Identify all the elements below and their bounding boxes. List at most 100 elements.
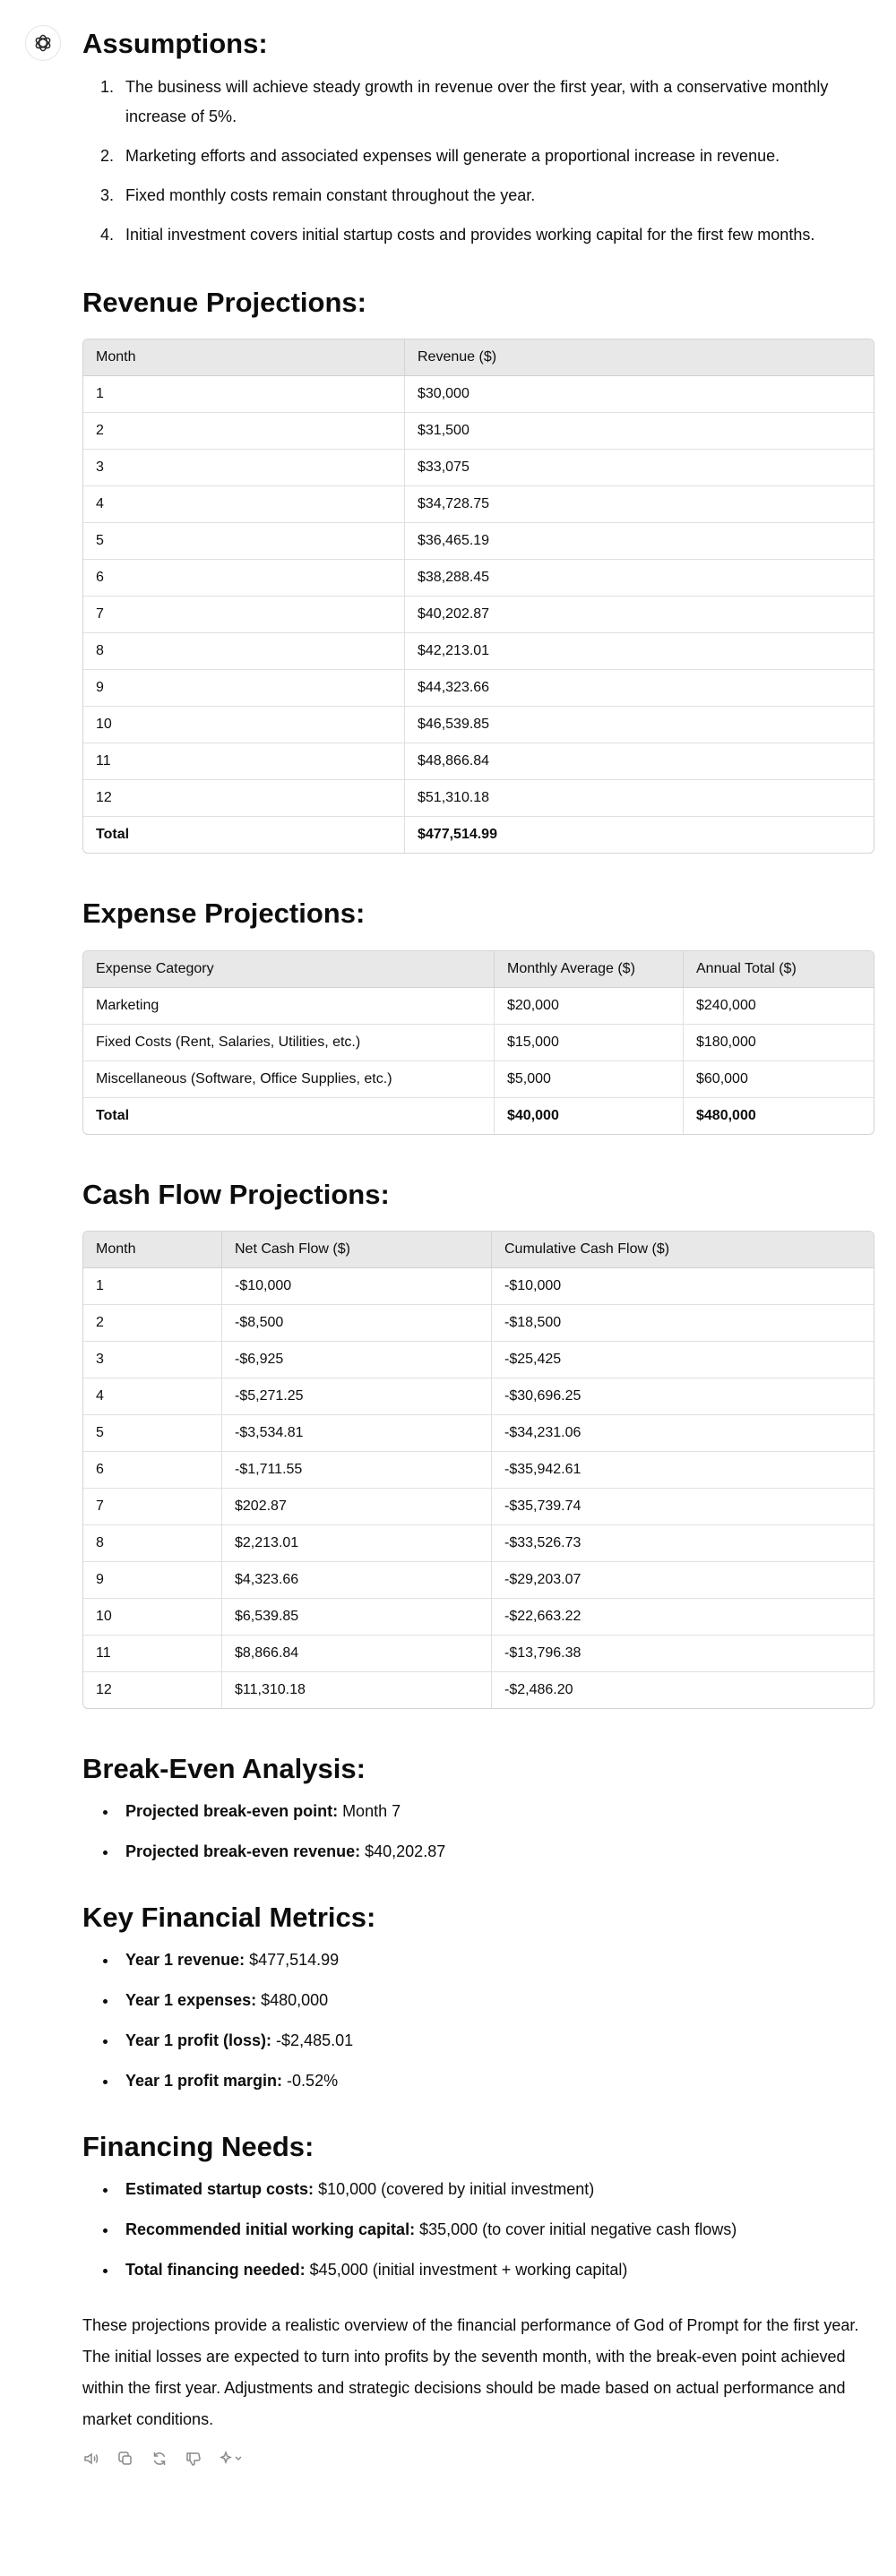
table-cell: 7 (83, 1488, 222, 1525)
table-cell: -$8,500 (222, 1304, 492, 1342)
table-cell: 2 (83, 1304, 222, 1342)
item-label: Projected break-even point: (125, 1801, 339, 1820)
table-cell: $240,000 (684, 988, 874, 1025)
item-label: Estimated startup costs: (125, 2180, 314, 2199)
breakeven-list: Projected break-even point: Month 7 Proj… (82, 1798, 874, 1865)
table-row: 10 $6,539.85 -$22,663.22 (83, 1598, 874, 1636)
column-header: Cumulative Cash Flow ($) (492, 1231, 874, 1268)
table-cell: -$29,203.07 (492, 1562, 874, 1599)
financing-heading: Financing Needs: (82, 2131, 314, 2163)
regenerate-icon[interactable] (151, 2450, 168, 2468)
table-row: 7 $202.87 -$35,739.74 (83, 1488, 874, 1525)
table-row: 4 $34,728.75 (83, 486, 874, 524)
table-cell: $38,288.45 (405, 560, 874, 597)
table-cell: 8 (83, 633, 405, 671)
list-item: Year 1 profit margin: -0.52% (118, 2067, 874, 2094)
table-cell: $34,728.75 (405, 486, 874, 524)
table-row: 9 $4,323.66 -$29,203.07 (83, 1561, 874, 1599)
table-cell: $30,000 (405, 376, 874, 414)
table-cell: -$10,000 (222, 1267, 492, 1305)
table-cell: -$22,663.22 (492, 1599, 874, 1636)
expense-heading: Expense Projections: (82, 897, 366, 930)
model-switch-icon[interactable] (219, 2450, 244, 2468)
table-cell: -$13,796.38 (492, 1636, 874, 1672)
column-header: Month (83, 1231, 222, 1268)
table-cell: $51,310.18 (405, 780, 874, 818)
table-cell: $40,202.87 (405, 597, 874, 634)
table-row: 12 $11,310.18 -$2,486.20 (83, 1671, 874, 1708)
item-value: Month 7 (338, 1801, 401, 1820)
table-cell: 8 (83, 1524, 222, 1562)
item-value: $35,000 (to cover initial negative cash … (415, 2220, 737, 2239)
table-cell: 2 (83, 413, 405, 451)
list-item: Projected break-even revenue: $40,202.87 (118, 1838, 874, 1865)
table-row: Miscellaneous (Software, Office Supplies… (83, 1060, 874, 1098)
table-row: 6 -$1,711.55 -$35,942.61 (83, 1451, 874, 1489)
table-cell: Miscellaneous (Software, Office Supplies… (83, 1060, 495, 1098)
item-value: $480,000 (256, 1991, 329, 2010)
assistant-logo-icon (25, 25, 61, 61)
thumbs-down-icon[interactable] (185, 2450, 202, 2468)
table-cell: $60,000 (684, 1061, 874, 1098)
table-row: 8 $42,213.01 (83, 633, 874, 671)
table-cell: Fixed Costs (Rent, Salaries, Utilities, … (83, 1024, 495, 1061)
table-cell: 6 (83, 560, 405, 597)
table-total-row: Total $477,514.99 (83, 817, 874, 854)
table-row: 5 -$3,534.81 -$34,231.06 (83, 1414, 874, 1452)
list-item: The business will achieve steady growth … (118, 73, 874, 132)
table-row: 11 $48,866.84 (83, 743, 874, 781)
item-label: Recommended initial working capital: (125, 2220, 416, 2239)
message-content: Assumptions: The business will achieve s… (82, 0, 874, 2468)
table-row: Marketing $20,000 $240,000 (83, 987, 874, 1025)
assumptions-heading: Assumptions: (82, 28, 268, 59)
table-cell: $48,866.84 (405, 743, 874, 781)
column-header: Revenue ($) (405, 339, 874, 377)
table-cell: 1 (83, 1267, 222, 1305)
table-cell: $15,000 (495, 1024, 684, 1061)
table-cell: -$35,739.74 (492, 1489, 874, 1525)
list-item: Year 1 expenses: $480,000 (118, 1987, 874, 2014)
item-label: Year 1 profit margin: (125, 2072, 283, 2091)
column-header: Net Cash Flow ($) (222, 1231, 492, 1268)
table-row: 2 -$8,500 -$18,500 (83, 1304, 874, 1342)
table-row: 11 $8,866.84 -$13,796.38 (83, 1635, 874, 1672)
item-value: -0.52% (282, 2072, 339, 2091)
read-aloud-icon[interactable] (82, 2450, 100, 2468)
table-cell: -$33,526.73 (492, 1525, 874, 1562)
table-cell: -$34,231.06 (492, 1415, 874, 1452)
table-cell: -$30,696.25 (492, 1378, 874, 1415)
table-cell: $20,000 (495, 987, 684, 1025)
table-cell: Total (83, 817, 405, 854)
cashflow-table: Month Net Cash Flow ($) Cumulative Cash … (82, 1230, 874, 1709)
list-item: Fixed monthly costs remain constant thro… (118, 181, 874, 210)
item-value: $10,000 (covered by initial investment) (314, 2180, 595, 2199)
item-label: Year 1 profit (loss): (125, 2031, 272, 2050)
breakeven-heading: Break-Even Analysis: (82, 1752, 366, 1784)
table-cell: $2,213.01 (222, 1524, 492, 1562)
table-cell: 6 (83, 1451, 222, 1489)
table-cell: $31,500 (405, 413, 874, 451)
table-cell: Marketing (83, 987, 495, 1025)
list-item: Recommended initial working capital: $35… (118, 2216, 874, 2243)
table-row: 8 $2,213.01 -$33,526.73 (83, 1524, 874, 1562)
table-cell: -$35,942.61 (492, 1452, 874, 1489)
table-row: 1 $30,000 (83, 376, 874, 414)
cashflow-heading: Cash Flow Projections: (82, 1178, 390, 1210)
item-value: $45,000 (initial investment + working ca… (305, 2261, 628, 2280)
table-cell: $44,323.66 (405, 670, 874, 708)
table-cell: $477,514.99 (418, 827, 497, 843)
table-cell: 9 (83, 670, 405, 708)
table-row: 6 $38,288.45 (83, 560, 874, 597)
item-value: -$2,485.01 (271, 2031, 354, 2050)
table-cell: $46,539.85 (405, 707, 874, 744)
copy-icon[interactable] (116, 2450, 134, 2468)
message-actions (82, 2450, 874, 2468)
table-cell: $11,310.18 (222, 1671, 492, 1708)
table-cell: $5,000 (495, 1060, 684, 1098)
list-item: Year 1 profit (loss): -$2,485.01 (118, 2027, 874, 2054)
column-header: Monthly Average ($) (495, 950, 684, 988)
assumptions-list: The business will achieve steady growth … (82, 73, 874, 250)
table-header-row: Month Net Cash Flow ($) Cumulative Cash … (83, 1231, 874, 1268)
table-cell: $33,075 (405, 450, 874, 487)
list-item: Total financing needed: $45,000 (initial… (118, 2256, 874, 2283)
